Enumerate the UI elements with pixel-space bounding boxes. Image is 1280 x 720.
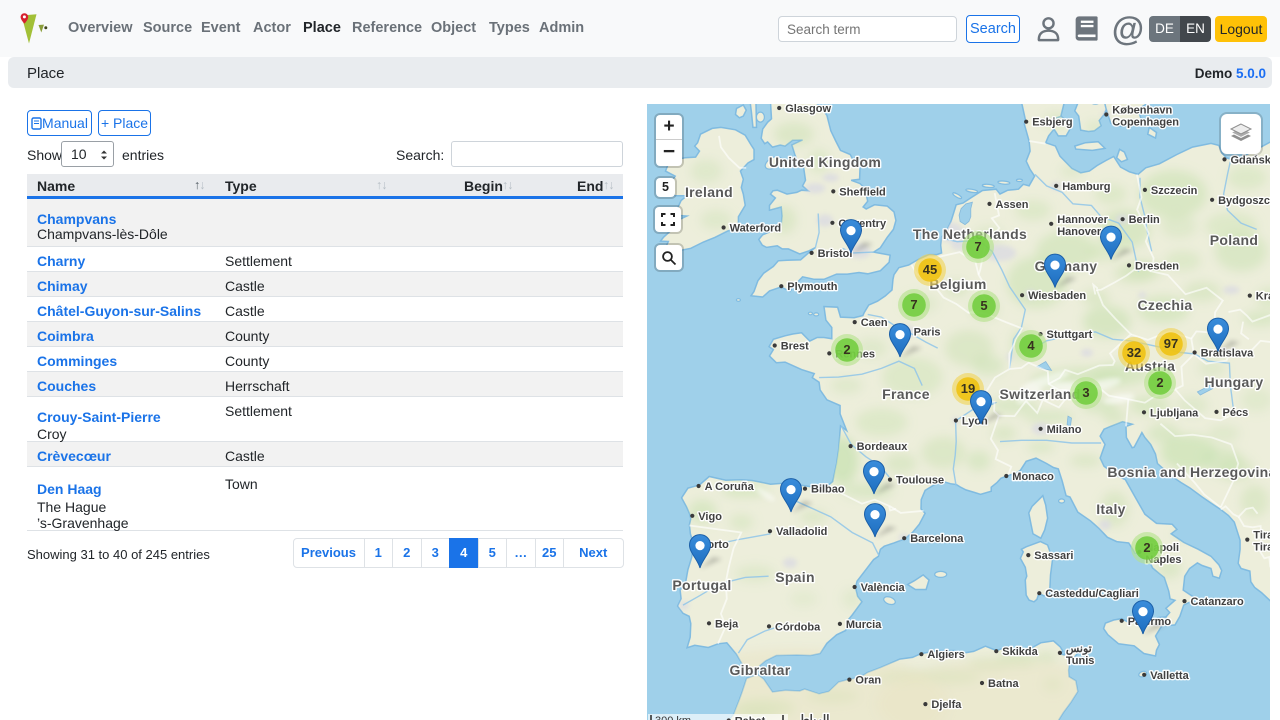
svg-text:Esbjerg: Esbjerg bbox=[1032, 117, 1072, 129]
svg-text:Ljubljana: Ljubljana bbox=[1150, 407, 1199, 419]
svg-text:Valladolid: Valladolid bbox=[776, 526, 827, 538]
svg-text:Poland: Poland bbox=[1210, 232, 1258, 248]
svg-text:300 km: 300 km bbox=[655, 715, 691, 720]
svg-text:Ireland: Ireland bbox=[685, 184, 733, 200]
svg-text:2: 2 bbox=[1156, 375, 1163, 390]
svg-text:Bydgoszcz: Bydgoszcz bbox=[1218, 195, 1270, 207]
svg-text:45: 45 bbox=[923, 262, 937, 277]
svg-text:Czechia: Czechia bbox=[1137, 297, 1192, 313]
svg-text:Sheffield: Sheffield bbox=[839, 186, 885, 198]
svg-text:3: 3 bbox=[1082, 385, 1089, 400]
svg-text:Germany: Germany bbox=[1035, 258, 1098, 274]
svg-text:7: 7 bbox=[910, 297, 917, 312]
svg-text:Murcia: Murcia bbox=[846, 619, 882, 631]
svg-text:4: 4 bbox=[1027, 338, 1035, 353]
svg-text:Berlin: Berlin bbox=[1129, 214, 1160, 226]
svg-text:7: 7 bbox=[974, 239, 981, 254]
svg-text:Waterford: Waterford bbox=[730, 223, 782, 235]
svg-text:Gibraltar: Gibraltar bbox=[729, 662, 790, 678]
svg-text:32: 32 bbox=[1127, 345, 1141, 360]
svg-text:Wiesbaden: Wiesbaden bbox=[1028, 290, 1086, 302]
svg-text:Stuttgart: Stuttgart bbox=[1047, 329, 1093, 341]
svg-text:Hanover: Hanover bbox=[1057, 226, 1102, 238]
svg-text:Tunis: Tunis bbox=[1066, 655, 1095, 667]
svg-text:Batna: Batna bbox=[988, 678, 1019, 690]
svg-text:København: København bbox=[1112, 105, 1172, 117]
svg-text:97: 97 bbox=[1164, 336, 1178, 351]
svg-text:Milano: Milano bbox=[1047, 424, 1082, 436]
svg-text:Caen: Caen bbox=[861, 317, 888, 329]
svg-text:Kraków: Kraków bbox=[1256, 291, 1270, 303]
svg-text:Skikda: Skikda bbox=[1002, 646, 1038, 658]
svg-text:Tirana: Tirana bbox=[1253, 530, 1270, 542]
svg-text:5: 5 bbox=[980, 298, 987, 313]
svg-text:Pécs: Pécs bbox=[1223, 407, 1249, 419]
svg-text:2: 2 bbox=[1143, 540, 1150, 555]
svg-text:Bristol: Bristol bbox=[818, 248, 853, 260]
svg-text:Bosnia and Herzegovina: Bosnia and Herzegovina bbox=[1107, 464, 1270, 480]
svg-text:Switzerland: Switzerland bbox=[999, 386, 1080, 402]
svg-text:Hannover: Hannover bbox=[1057, 214, 1108, 226]
svg-text:Casteddu/Cagliari: Casteddu/Cagliari bbox=[1045, 588, 1139, 600]
svg-text:Toulouse: Toulouse bbox=[896, 475, 944, 487]
svg-text:الرباط: الرباط bbox=[799, 713, 829, 720]
svg-text:تونس: تونس bbox=[1066, 643, 1092, 655]
svg-text:Córdoba: Córdoba bbox=[775, 621, 821, 633]
svg-text:Brest: Brest bbox=[781, 341, 809, 353]
svg-text:Algiers: Algiers bbox=[927, 649, 964, 661]
svg-text:Valletta: Valletta bbox=[1150, 670, 1189, 682]
svg-text:Beja: Beja bbox=[715, 618, 739, 630]
svg-text:Tirana: Tirana bbox=[1253, 542, 1270, 554]
svg-text:València: València bbox=[861, 582, 906, 594]
svg-text:Spain: Spain bbox=[775, 569, 815, 585]
svg-text:United Kingdom: United Kingdom bbox=[769, 154, 881, 170]
svg-text:Copenhagen: Copenhagen bbox=[1112, 117, 1179, 129]
svg-text:Portugal: Portugal bbox=[672, 577, 731, 593]
svg-text:A Coruña: A Coruña bbox=[705, 481, 755, 493]
svg-text:Assen: Assen bbox=[996, 199, 1029, 211]
svg-text:France: France bbox=[882, 386, 930, 402]
svg-text:Barcelona: Barcelona bbox=[910, 533, 964, 545]
svg-text:Gdańsk: Gdańsk bbox=[1231, 154, 1271, 166]
svg-text:Oran: Oran bbox=[855, 675, 881, 687]
svg-text:Monaco: Monaco bbox=[1012, 471, 1054, 483]
svg-text:Dresden: Dresden bbox=[1135, 260, 1179, 272]
svg-text:Szczecin: Szczecin bbox=[1151, 185, 1198, 197]
svg-text:Plymouth: Plymouth bbox=[787, 281, 837, 293]
svg-text:Vigo: Vigo bbox=[698, 511, 722, 523]
svg-text:Paris: Paris bbox=[914, 327, 941, 339]
svg-text:Sassari: Sassari bbox=[1034, 550, 1073, 562]
svg-text:Catanzaro: Catanzaro bbox=[1191, 596, 1244, 608]
svg-text:Hungary: Hungary bbox=[1205, 374, 1264, 390]
svg-text:Glasgow: Glasgow bbox=[785, 104, 831, 115]
svg-text:Rabat: Rabat bbox=[735, 716, 766, 720]
svg-text:Italy: Italy bbox=[1096, 501, 1126, 517]
svg-text:Djelfa: Djelfa bbox=[931, 699, 962, 711]
svg-text:Bratislava: Bratislava bbox=[1201, 348, 1254, 360]
svg-text:Bilbao: Bilbao bbox=[811, 484, 845, 496]
svg-text:Bordeaux: Bordeaux bbox=[857, 441, 909, 453]
svg-text:2: 2 bbox=[843, 342, 850, 357]
svg-text:Hamburg: Hamburg bbox=[1062, 181, 1110, 193]
